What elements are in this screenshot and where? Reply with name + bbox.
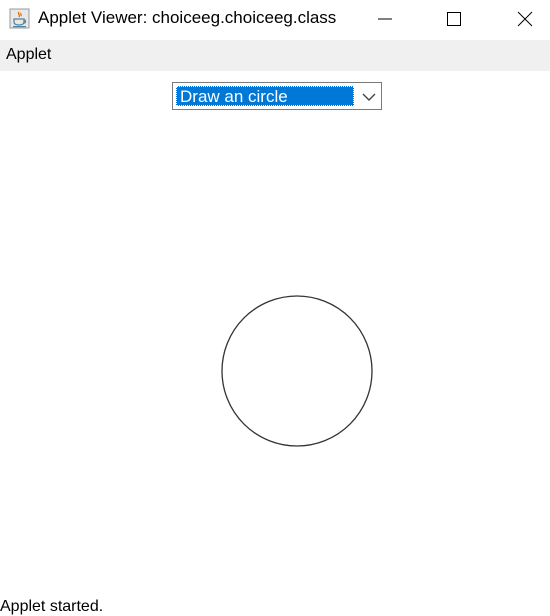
close-icon [517,11,533,27]
status-bar-text: Applet started. [0,598,104,615]
window-title: Applet Viewer: choiceeg.choiceeg.class [38,8,337,27]
choice-selected-value: Draw an circle [176,86,354,106]
minimize-button[interactable] [362,0,408,38]
close-button[interactable] [502,0,548,38]
minimize-icon [378,18,392,20]
applet-area[interactable]: Draw an circle [0,71,550,596]
menu-item-applet[interactable]: Applet [6,46,51,64]
maximize-icon [447,12,461,26]
shape-choice-dropdown[interactable]: Draw an circle [172,82,382,110]
java-applet-icon [9,8,30,29]
applet-viewer-window: Applet Viewer: choiceeg.choiceeg.class A… [0,0,550,616]
menu-bar: Applet [0,40,550,71]
title-bar[interactable]: Applet Viewer: choiceeg.choiceeg.class [0,0,550,38]
chevron-down-icon [362,93,376,101]
maximize-button[interactable] [431,0,477,38]
circle-shape [221,295,373,447]
drawing-canvas [221,295,373,447]
